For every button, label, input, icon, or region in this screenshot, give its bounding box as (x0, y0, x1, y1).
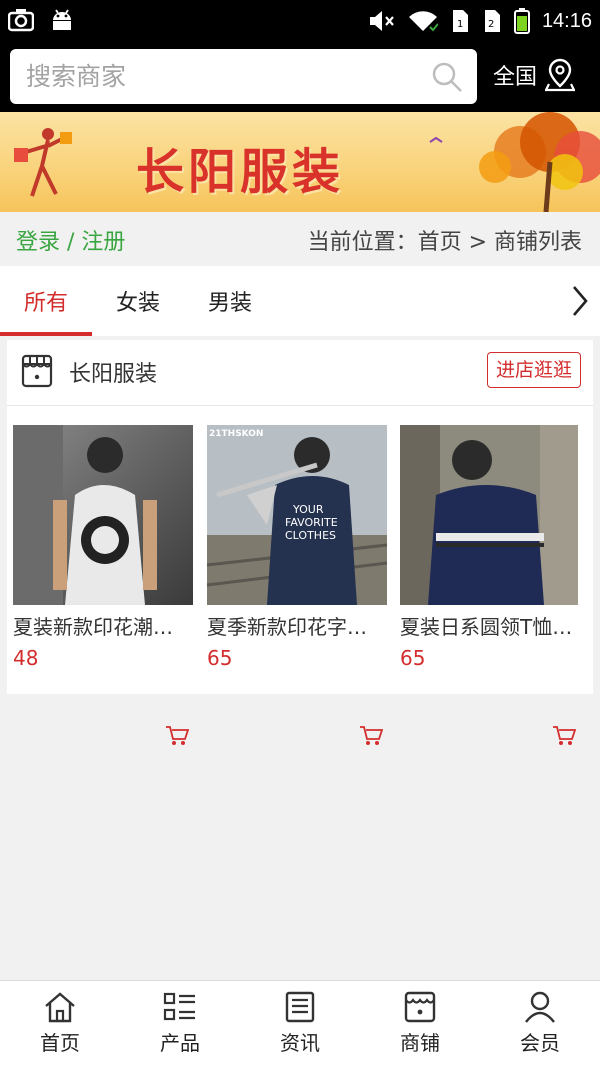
nav-products[interactable]: 产品 (120, 981, 240, 1067)
login-register-link[interactable]: 登录 / 注册 (16, 224, 125, 256)
camera-icon (8, 9, 34, 32)
store-header: 长阳服装 进店逛逛 (7, 340, 593, 406)
nav-label: 商铺 (400, 1031, 440, 1055)
nav-label: 资讯 (280, 1031, 320, 1055)
battery-icon (513, 8, 530, 34)
shirt-print-text: YOUR (292, 503, 324, 516)
product-image[interactable]: YOUR FAVORITE CLOTHES 21THSKON (207, 425, 387, 605)
banner-title: 长阳服装 (136, 144, 345, 200)
region-label: 全国 (493, 65, 538, 90)
sim2-icon: 2 (484, 10, 500, 32)
nav-label: 产品 (160, 1031, 200, 1055)
product-image[interactable] (13, 425, 193, 605)
store-icon (404, 991, 436, 1023)
header: 全国 (0, 42, 600, 112)
cart-icon[interactable] (552, 725, 576, 747)
bottom-nav: 首页 产品 资讯 商铺 会员 (0, 980, 600, 1067)
tab-mens[interactable]: 男装 (184, 266, 276, 336)
product-name: 夏装日系圆领T恤… (400, 615, 573, 639)
chevron-right-icon[interactable] (570, 284, 590, 318)
mute-icon (369, 11, 394, 31)
autumn-tree-icon (429, 112, 600, 212)
product-name: 夏装新款印花潮… (13, 615, 173, 639)
location-pin-icon (545, 58, 576, 92)
tab-womens[interactable]: 女装 (92, 266, 184, 336)
product-price: 65 (400, 646, 426, 670)
store-icon (21, 354, 53, 388)
news-icon (285, 991, 315, 1023)
list-icon (163, 992, 195, 1021)
search-input[interactable] (26, 59, 416, 93)
nav-home[interactable]: 首页 (0, 981, 120, 1067)
search-box[interactable] (10, 49, 477, 104)
shopping-lady-icon (14, 128, 72, 197)
store-card: 长阳服装 进店逛逛 夏装新款印花潮… 48 YOUR FAVORITE CLOT… (7, 340, 593, 745)
cart-icon[interactable] (359, 725, 383, 747)
status-bar: 1 2 14:16 (0, 0, 600, 42)
breadcrumb-row: 登录 / 注册 当前位置：首页 > 商铺列表 (0, 212, 600, 266)
breadcrumb: 当前位置：首页 > 商铺列表 (307, 230, 582, 255)
sim1-icon: 1 (452, 10, 468, 32)
brand-tag: 21THSKON (209, 429, 263, 439)
product-card[interactable]: 夏装新款印花潮… 48 (13, 425, 193, 745)
nav-member[interactable]: 会员 (480, 981, 600, 1067)
search-icon[interactable] (431, 61, 463, 93)
wifi-icon (408, 11, 438, 32)
product-card[interactable]: YOUR FAVORITE CLOTHES 21THSKON 夏季新款印花字… … (207, 425, 387, 745)
clock: 14:16 (541, 9, 592, 32)
svg-text:FAVORITE: FAVORITE (285, 516, 338, 529)
svg-text:2: 2 (488, 19, 494, 30)
user-icon (525, 991, 555, 1023)
nav-label: 会员 (520, 1031, 560, 1055)
product-image[interactable] (400, 425, 580, 605)
home-icon (45, 992, 75, 1023)
visit-store-button[interactable]: 进店逛逛 (486, 352, 581, 388)
nav-stores[interactable]: 商铺 (360, 981, 480, 1067)
tab-all[interactable]: 所有 (0, 266, 92, 336)
svg-text:1: 1 (457, 19, 463, 30)
svg-text:CLOTHES: CLOTHES (285, 529, 336, 542)
banner: 长阳服装 (0, 112, 600, 212)
product-price: 48 (13, 646, 39, 670)
region-selector[interactable]: 全国 (493, 58, 576, 92)
product-price: 65 (207, 646, 233, 670)
nav-news[interactable]: 资讯 (240, 981, 360, 1067)
product-name: 夏季新款印花字… (207, 615, 367, 639)
category-tabs: 所有 女装 男装 (0, 266, 600, 336)
android-icon (53, 9, 71, 30)
nav-label: 首页 (40, 1031, 80, 1055)
cart-icon[interactable] (165, 725, 189, 747)
product-card[interactable]: 夏装日系圆领T恤… 65 (400, 425, 580, 745)
store-name: 长阳服装 (69, 362, 158, 387)
